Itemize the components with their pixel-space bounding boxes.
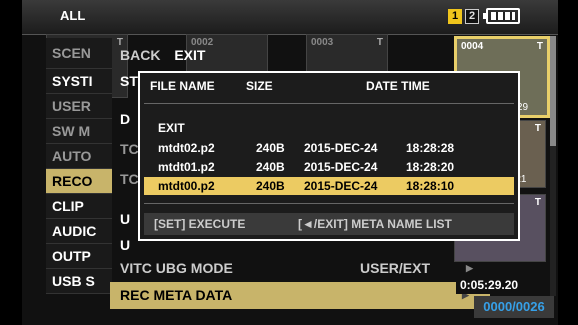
timecode-display: 0:05:29.20: [456, 276, 523, 294]
exit-label: EXIT: [158, 121, 185, 135]
menu-item-system[interactable]: SYSTI: [46, 69, 112, 94]
clip-counter: 0000/0026: [474, 296, 554, 318]
menu-item-recording[interactable]: RECO: [46, 169, 112, 194]
battery-icon: [483, 8, 520, 24]
file-name: mtdt00.p2: [158, 179, 215, 193]
menu-item-auto[interactable]: AUTO: [46, 144, 112, 169]
file-time: 18:28:28: [406, 141, 455, 155]
scrollbar-thumb[interactable]: [550, 36, 556, 146]
file-row-selected[interactable]: mtdt00.p2 240B 2015-DEC-24 18:28:10: [144, 177, 514, 195]
file-name-header: FILE NAME: [150, 79, 215, 93]
divider: [144, 203, 514, 204]
menu-item-scene[interactable]: SCEN: [46, 38, 112, 69]
file-name: mtdt02.p2: [158, 141, 215, 155]
menu-item-clip[interactable]: CLIP: [46, 194, 112, 219]
size-header: SIZE: [246, 79, 273, 93]
top-bar: ALL 1 2: [22, 0, 558, 35]
exit-button[interactable]: EXIT: [174, 47, 205, 63]
file-row[interactable]: mtdt01.p2 240B 2015-DEC-24 18:28:20: [144, 158, 514, 176]
file-size: 240B: [256, 141, 285, 155]
file-time: 18:28:10: [406, 179, 455, 193]
divider: [144, 103, 514, 104]
rec-meta-data-label: REC META DATA: [120, 287, 233, 303]
viewfinder-frame: ALL 1 2 0001 T 0002 0003 T 0004 T 21.29 …: [22, 0, 558, 325]
menu-item-audio[interactable]: AUDIC: [46, 219, 112, 244]
file-name: mtdt01.p2: [158, 160, 215, 174]
menu-item-sw-mode[interactable]: SW M: [46, 119, 112, 144]
vitc-ubg-mode-value: USER/EXT: [360, 260, 431, 276]
scrollbar[interactable]: [550, 36, 556, 296]
submenu-back-row[interactable]: BACK EXIT: [110, 42, 490, 68]
clip-type: T: [536, 41, 543, 52]
file-size: 240B: [256, 160, 285, 174]
card-slot-2-icon: 2: [465, 9, 479, 24]
rec-meta-data-row[interactable]: REC META DATA ▶: [110, 282, 490, 309]
dialog-footer: [SET] EXECUTE [◄/EXIT] META NAME LIST: [144, 213, 514, 235]
menu-item-user[interactable]: USER: [46, 94, 112, 119]
execute-hint: [SET] EXECUTE: [154, 217, 246, 231]
meta-name-list-hint: [◄/EXIT] META NAME LIST: [298, 217, 452, 231]
file-time: 18:28:20: [406, 160, 455, 174]
meta-data-file-dialog: FILE NAME SIZE DATE TIME EXIT mtdt02.p2 …: [138, 71, 520, 241]
file-size: 240B: [256, 179, 285, 193]
file-date: 2015-DEC-24: [304, 179, 378, 193]
file-row[interactable]: mtdt02.p2 240B 2015-DEC-24 18:28:28: [144, 139, 514, 157]
back-button[interactable]: BACK: [120, 47, 160, 63]
date-time-header: DATE TIME: [366, 79, 430, 93]
vitc-ubg-mode-label: VITC UBG MODE: [120, 260, 233, 276]
file-date: 2015-DEC-24: [304, 141, 378, 155]
card-slot-1-icon: 1: [448, 9, 462, 24]
filter-title: ALL: [60, 8, 86, 23]
exit-row[interactable]: EXIT: [144, 119, 514, 137]
file-date: 2015-DEC-24: [304, 160, 378, 174]
